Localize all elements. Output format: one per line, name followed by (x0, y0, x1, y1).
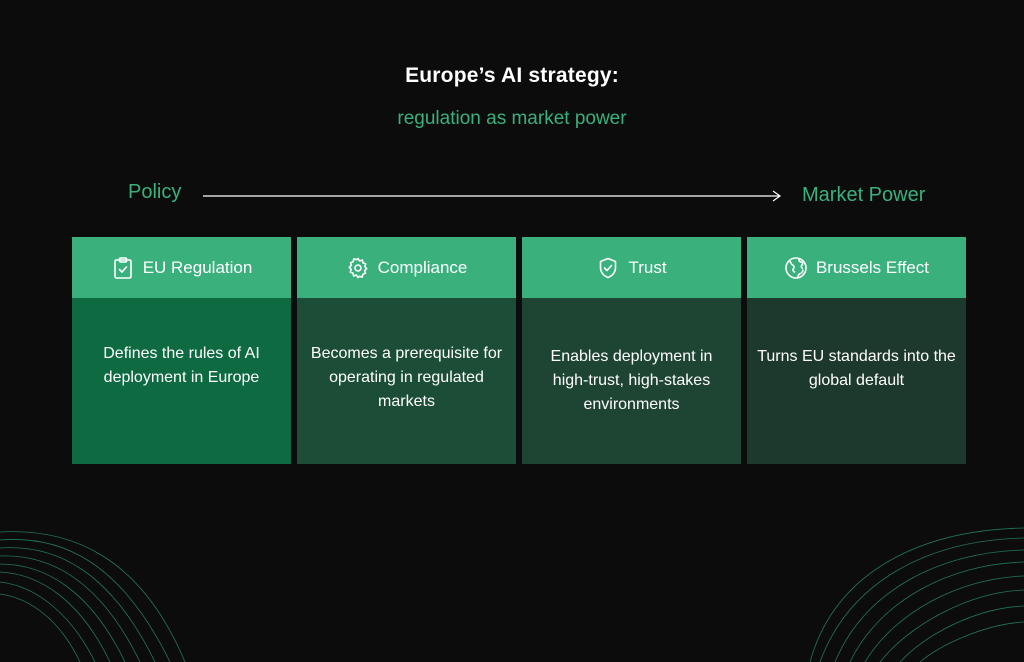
card-title: EU Regulation (142, 257, 253, 277)
card-trust: Trust Enables deployment in high-trust, … (522, 237, 741, 464)
card-title: Trust (628, 257, 667, 277)
card-header: EU Regulation (72, 237, 291, 298)
card-title: Compliance (377, 257, 468, 277)
flow-end-label: Market Power (802, 184, 926, 206)
card-brussels-effect: Brussels Effect Turns EU standards into … (747, 237, 966, 464)
flow-arrow (203, 190, 782, 202)
card-header: Trust (522, 237, 741, 298)
decorative-wave-lines (0, 531, 186, 662)
card-description: Turns EU standards into the global defau… (747, 298, 966, 464)
globe-icon (784, 256, 808, 280)
card-description: Defines the rules of AI deployment in Eu… (72, 298, 291, 464)
flow-start-label: Policy (128, 181, 182, 203)
card-compliance: Compliance Becomes a prerequisite for op… (297, 237, 516, 464)
page-subtitle: regulation as market power (397, 108, 627, 129)
page-title: Europe’s AI strategy: (405, 64, 619, 87)
decorative-wave-lines (810, 527, 1024, 662)
clipboard-check-icon (111, 256, 135, 280)
shield-check-icon (596, 256, 620, 280)
card-eu-regulation: EU Regulation Defines the rules of AI de… (72, 237, 291, 464)
card-header: Brussels Effect (747, 237, 966, 298)
card-description: Becomes a prerequisite for operating in … (297, 298, 516, 464)
gear-icon (346, 256, 370, 280)
card-header: Compliance (297, 237, 516, 298)
card-description: Enables deployment in high-trust, high-s… (522, 298, 741, 464)
card-title: Brussels Effect (815, 257, 930, 277)
